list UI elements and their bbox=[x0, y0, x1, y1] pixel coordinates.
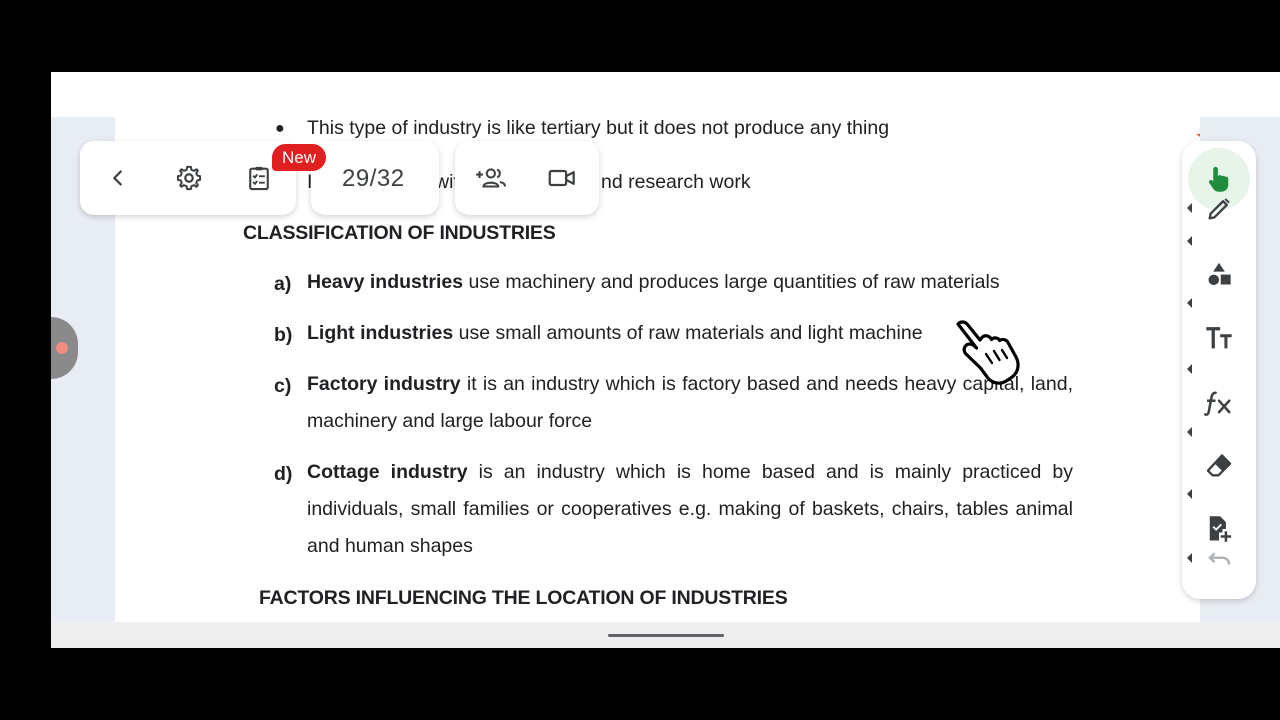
pen-tool-button[interactable] bbox=[1197, 187, 1241, 231]
bullet-line-1: This type of industry is like tertiary b… bbox=[307, 117, 890, 139]
page-indicator[interactable]: 29/32 bbox=[342, 165, 405, 193]
eraser-icon bbox=[1206, 454, 1232, 477]
shapes-icon bbox=[1208, 262, 1231, 286]
item-a: Heavy industries use machinery and produ… bbox=[307, 264, 1073, 301]
bullet-1: ● bbox=[275, 120, 285, 137]
item-a-text: use machinery and produces large quantit… bbox=[463, 271, 1000, 293]
hand-cursor-icon bbox=[952, 316, 1026, 391]
item-b-label: b) bbox=[274, 324, 293, 346]
record-dot-icon bbox=[56, 342, 68, 354]
shapes-tool-indicator bbox=[1187, 236, 1192, 246]
undo-indicator bbox=[1187, 553, 1192, 563]
item-d-term: Cottage industry bbox=[307, 461, 468, 483]
item-d-label: d) bbox=[274, 463, 293, 485]
gear-icon bbox=[176, 165, 202, 191]
home-gesture-handle[interactable] bbox=[608, 634, 724, 637]
add-page-indicator bbox=[1187, 489, 1192, 499]
shapes-tool-button[interactable] bbox=[1197, 252, 1241, 296]
formula-tool-button[interactable] bbox=[1197, 381, 1241, 425]
eraser-tool-button[interactable] bbox=[1197, 444, 1241, 488]
back-button[interactable] bbox=[96, 156, 140, 200]
item-a-term: Heavy industries bbox=[307, 271, 464, 293]
chevron-left-icon bbox=[113, 170, 122, 186]
pen-tool-indicator bbox=[1187, 203, 1192, 213]
heading-classification: CLASSIFICATION OF INDUSTRIES bbox=[243, 222, 556, 244]
heading-factors: FACTORS INFLUENCING THE LOCATION OF INDU… bbox=[259, 587, 788, 609]
new-badge: New bbox=[272, 144, 326, 171]
undo-icon bbox=[1208, 552, 1231, 565]
add-page-icon bbox=[1209, 516, 1232, 542]
pen-icon bbox=[1208, 198, 1230, 220]
item-c-label: c) bbox=[274, 375, 292, 397]
add-people-button[interactable] bbox=[470, 156, 514, 200]
bullet-line-2-end: nd research work bbox=[601, 171, 751, 193]
item-a-label: a) bbox=[274, 273, 292, 295]
video-button[interactable] bbox=[540, 156, 584, 200]
item-b-term: Light industries bbox=[307, 322, 454, 344]
undo-button[interactable] bbox=[1197, 545, 1241, 575]
item-b-text: use small amounts of raw materials and l… bbox=[453, 322, 923, 344]
function-icon bbox=[1204, 391, 1231, 416]
top-strip bbox=[51, 72, 1280, 117]
add-people-icon bbox=[476, 168, 507, 188]
settings-button[interactable] bbox=[167, 156, 211, 200]
item-d: Cottage industry is an industry which is… bbox=[307, 454, 1073, 565]
formula-tool-indicator bbox=[1187, 364, 1192, 374]
item-c-term: Factory industry bbox=[307, 373, 461, 395]
text-tool-button[interactable] bbox=[1197, 316, 1241, 360]
clipboard-checklist-icon bbox=[249, 166, 269, 191]
eraser-tool-indicator bbox=[1187, 427, 1192, 437]
video-camera-icon bbox=[548, 169, 575, 187]
text-tool-indicator bbox=[1187, 298, 1192, 308]
text-size-icon bbox=[1206, 327, 1232, 349]
